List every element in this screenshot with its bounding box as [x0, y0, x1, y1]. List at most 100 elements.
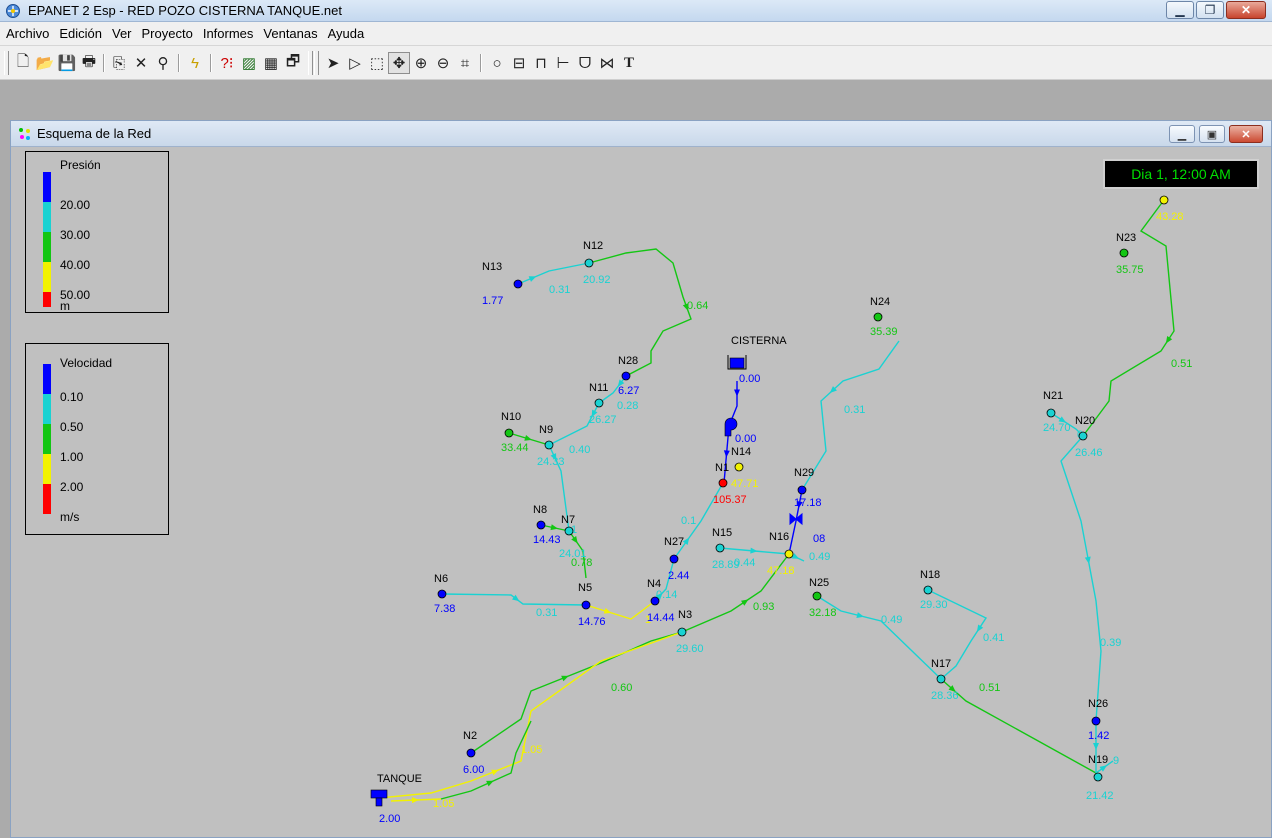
network-map-window: Esquema de la Red ▁ ▣ ✕ Presión 20.00 30…	[10, 120, 1272, 838]
find-button[interactable]: ⚲	[152, 52, 174, 74]
open-button[interactable]: 📂	[34, 52, 56, 74]
junction-node[interactable]	[715, 543, 725, 553]
menu-informes[interactable]: Informes	[203, 26, 254, 41]
delete-x-icon: ✕	[134, 55, 148, 72]
add-tank-button[interactable]: ⊓	[530, 52, 552, 74]
junction-node[interactable]	[466, 748, 476, 758]
zoom-in-button[interactable]: ⊕	[410, 52, 432, 74]
reservoir-id-label: CISTERNA	[731, 335, 787, 347]
junction-node[interactable]	[581, 600, 591, 610]
add-label-button[interactable]: T	[618, 52, 640, 74]
minimize-button[interactable]: ▁	[1166, 1, 1194, 19]
network-map-canvas[interactable]: Presión 20.00 30.00 40.00 50.00 m Veloci…	[11, 147, 1271, 837]
zoom-out-button[interactable]: ⊖	[432, 52, 454, 74]
junction-node[interactable]	[594, 398, 604, 408]
add-pump-button[interactable]: ᗜ	[574, 52, 596, 74]
pipe[interactable]	[378, 631, 683, 799]
junction-node[interactable]	[936, 674, 946, 684]
query-button[interactable]: ?⁝	[216, 52, 238, 74]
junction-id-label: N19	[1088, 754, 1108, 766]
junction-node[interactable]	[669, 554, 679, 564]
menu-edicion[interactable]: Edición	[59, 26, 102, 41]
pipe[interactable]	[440, 720, 532, 800]
menu-ver[interactable]: Ver	[112, 26, 132, 41]
junction-id-label: N14	[731, 446, 751, 458]
options-button[interactable]: 🗗	[282, 52, 304, 74]
junction-node[interactable]	[437, 589, 447, 599]
new-button[interactable]: 🗋	[12, 52, 34, 74]
network-diagram[interactable]: 0.310.640.280.4010.780.3110.140.10.44080…	[11, 147, 1271, 837]
tank-tanque[interactable]	[370, 789, 388, 799]
menu-archivo[interactable]: Archivo	[6, 26, 49, 41]
junction-node[interactable]	[797, 485, 807, 495]
new-file-icon: 🗋	[16, 52, 30, 70]
epanet-app-icon[interactable]	[5, 3, 21, 19]
junction-node[interactable]	[784, 549, 794, 559]
junction-node[interactable]	[584, 258, 594, 268]
junction-pressure-label: 105.37	[713, 494, 747, 506]
table-button[interactable]: ▦	[260, 52, 282, 74]
select-vertex-button[interactable]: ▷	[344, 52, 366, 74]
select-region-button[interactable]: ⬚	[366, 52, 388, 74]
copy-button[interactable]: ⎘	[108, 52, 130, 74]
run-button[interactable]: ϟ	[184, 52, 206, 74]
pipe[interactable]	[470, 631, 683, 754]
add-pipe-button[interactable]: ⊢	[552, 52, 574, 74]
full-extent-icon: ⌗	[460, 54, 470, 72]
print-button[interactable]: 🖶	[78, 52, 100, 74]
full-extent-button[interactable]: ⌗	[454, 52, 476, 74]
network-map-title: Esquema de la Red	[37, 126, 152, 141]
add-junction-button[interactable]: ○	[486, 52, 508, 74]
delete-button[interactable]: ✕	[130, 52, 152, 74]
map-minimize-button[interactable]: ▁	[1169, 125, 1195, 143]
junction-node[interactable]	[1119, 248, 1129, 258]
junction-pressure-label: 33.44	[501, 442, 529, 454]
junction-node[interactable]	[873, 312, 883, 322]
pipe[interactable]	[517, 262, 590, 285]
junction-node[interactable]	[536, 520, 546, 530]
junction-node[interactable]	[812, 591, 822, 601]
junction-node[interactable]	[650, 596, 660, 606]
add-reservoir-button[interactable]: ⊟	[508, 52, 530, 74]
junction-pressure-label: 24.33	[537, 456, 565, 468]
junction-node[interactable]	[544, 440, 554, 450]
junction-node[interactable]	[1091, 716, 1101, 726]
maximize-icon: ▣	[1206, 128, 1218, 141]
junction-node[interactable]	[1093, 772, 1103, 782]
menu-ayuda[interactable]: Ayuda	[328, 26, 365, 41]
pan-button[interactable]: ✥	[388, 52, 410, 74]
pipe[interactable]	[1060, 435, 1102, 722]
junction-node[interactable]	[1078, 431, 1088, 441]
junction-node[interactable]	[621, 371, 631, 381]
toolbar-grip[interactable]	[4, 51, 9, 75]
save-button[interactable]: 💾	[56, 52, 78, 74]
junction-node[interactable]	[923, 585, 933, 595]
graph-button[interactable]: ▨	[238, 52, 260, 74]
junction-node[interactable]	[513, 279, 523, 289]
junction-pressure-label: 6.00	[463, 764, 484, 776]
close-button[interactable]: ✕	[1226, 1, 1266, 19]
menu-proyecto[interactable]: Proyecto	[142, 26, 193, 41]
junction-node[interactable]	[504, 428, 514, 438]
vertex-select-icon: ▷	[349, 55, 361, 72]
select-object-button[interactable]: ➤	[322, 52, 344, 74]
restore-button[interactable]: ❐	[1196, 1, 1224, 19]
junction-node[interactable]	[734, 462, 744, 472]
pipe[interactable]	[940, 678, 1097, 774]
add-valve-button[interactable]: ⋈	[596, 52, 618, 74]
menu-ventanas[interactable]: Ventanas	[263, 26, 317, 41]
junction-pressure-label: 2.44	[668, 570, 689, 582]
junction-node[interactable]	[1159, 195, 1169, 205]
junction-id-label: N6	[434, 573, 448, 585]
map-maximize-button[interactable]: ▣	[1199, 125, 1225, 143]
junction-node[interactable]	[1046, 408, 1056, 418]
junction-node[interactable]	[564, 526, 574, 536]
reservoir-head-label: 0.00	[739, 373, 760, 385]
junction-pressure-label: 24.01	[559, 548, 587, 560]
map-close-button[interactable]: ✕	[1229, 125, 1263, 143]
reservoir-cisterna[interactable]	[729, 357, 745, 369]
junction-id-label: N18	[920, 569, 940, 581]
pipe[interactable]	[588, 248, 692, 377]
junction-node[interactable]	[677, 627, 687, 637]
junction-node[interactable]	[718, 478, 728, 488]
